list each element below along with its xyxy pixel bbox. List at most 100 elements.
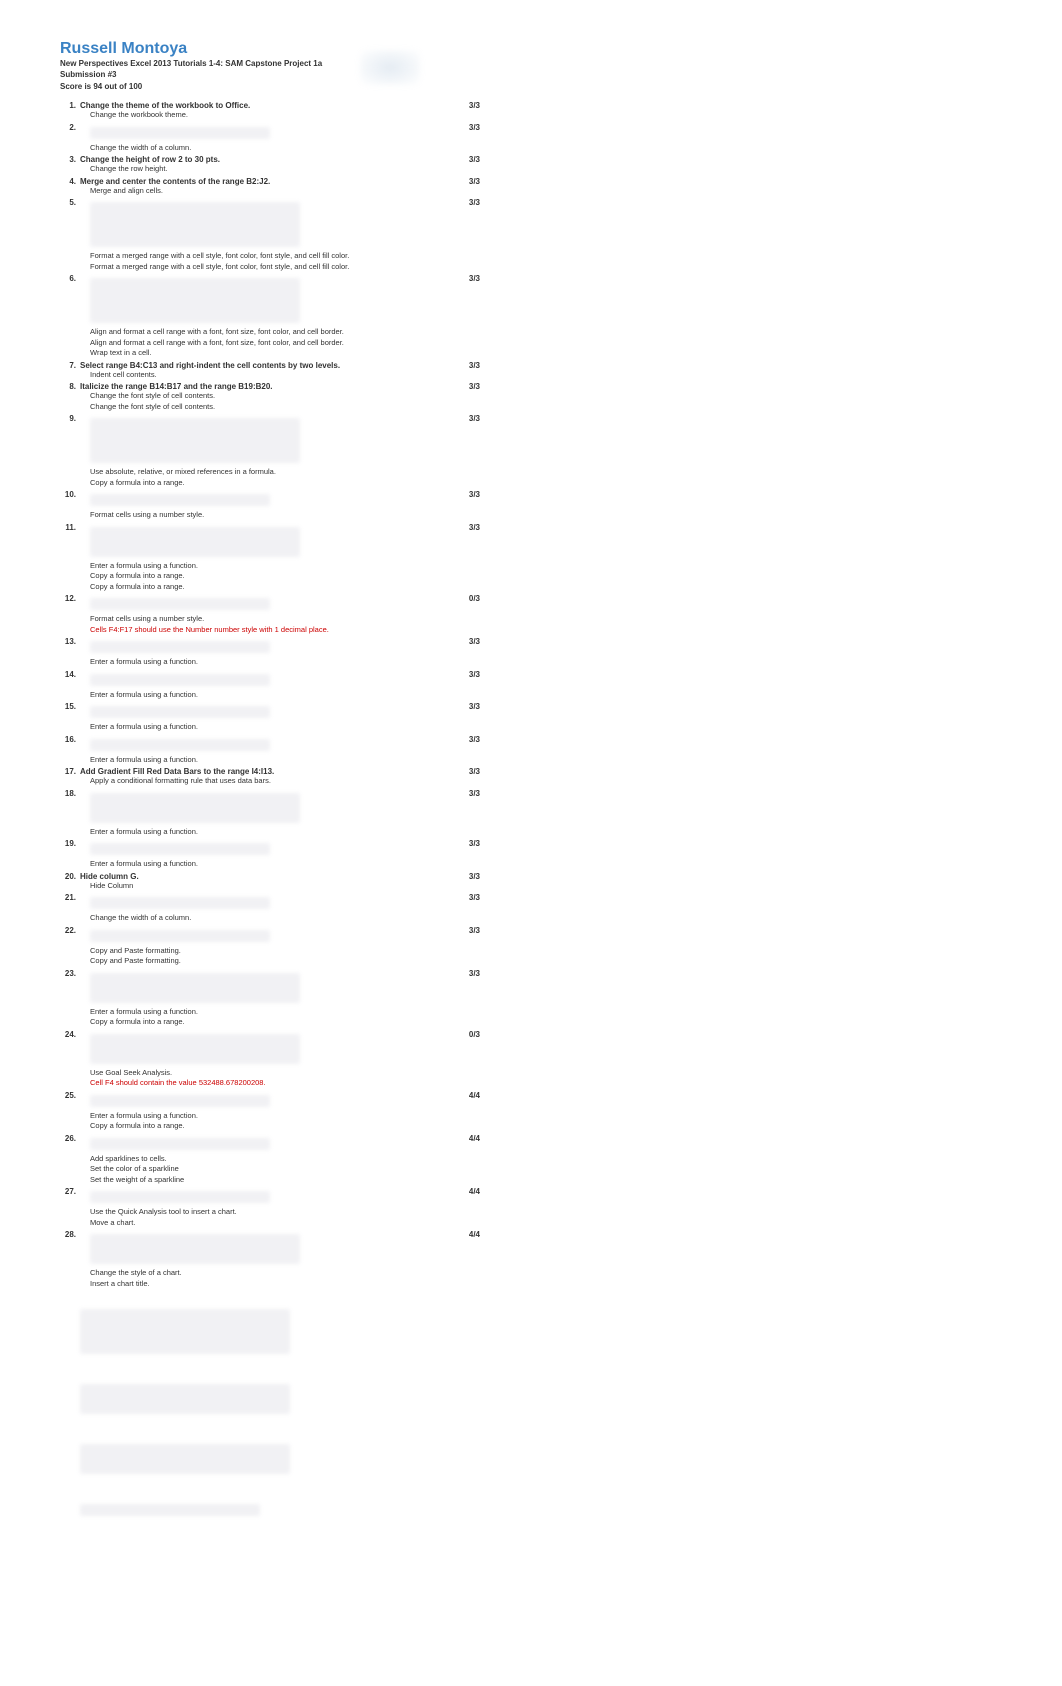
- obscured-text: [90, 1234, 300, 1264]
- item-score: 3/3: [440, 969, 480, 978]
- obscured-text: [90, 494, 270, 506]
- item-number: 27.: [60, 1187, 80, 1196]
- item-detail: Align and format a cell range with a fon…: [90, 327, 440, 338]
- item-score: 3/3: [440, 893, 480, 902]
- item-detail: Copy and Paste formatting.: [90, 956, 440, 967]
- item-number: 19.: [60, 839, 80, 848]
- grade-item: 22.Copy and Paste formatting.Copy and Pa…: [60, 926, 480, 967]
- grade-item: 14.Enter a formula using a function.3/3: [60, 670, 480, 701]
- item-title: Add Gradient Fill Red Data Bars to the r…: [80, 767, 440, 776]
- obscured-text: [90, 930, 270, 942]
- item-detail: Use Goal Seek Analysis.: [90, 1068, 440, 1079]
- item-detail: Change the style of a chart.: [90, 1268, 440, 1279]
- item-detail: Move a chart.: [90, 1218, 440, 1229]
- grade-item: 7.Select range B4:C13 and right-indent t…: [60, 361, 480, 381]
- item-score: 3/3: [440, 789, 480, 798]
- item-number: 25.: [60, 1091, 80, 1100]
- item-score: 4/4: [440, 1134, 480, 1143]
- grade-item: 2. Change the width of a column. 3/3: [60, 123, 480, 154]
- item-body: Change the width of a column.: [80, 893, 440, 924]
- item-detail: Use absolute, relative, or mixed referen…: [90, 467, 440, 478]
- item-detail: Wrap text in a cell.: [90, 348, 440, 359]
- item-number: 26.: [60, 1134, 80, 1143]
- grade-item: 15. Enter a formula using a function. 3/3: [60, 702, 480, 733]
- item-number: 16.: [60, 735, 80, 744]
- item-score: 3/3: [440, 155, 480, 164]
- item-number: 1.: [60, 101, 80, 110]
- item-number: 10.: [60, 490, 80, 499]
- obscured-text: [90, 1138, 270, 1150]
- item-body: Select range B4:C13 and right-indent the…: [80, 361, 440, 381]
- item-detail: Add sparklines to cells.: [90, 1154, 440, 1165]
- item-score: 3/3: [440, 926, 480, 935]
- item-score: 4/4: [440, 1091, 480, 1100]
- grade-item: 17.Add Gradient Fill Red Data Bars to th…: [60, 767, 480, 787]
- item-number: 15.: [60, 702, 80, 711]
- grade-item: 4.Merge and center the contents of the r…: [60, 177, 480, 197]
- obscured-text: [90, 527, 300, 557]
- item-body: Align and format a cell range with a fon…: [80, 274, 440, 359]
- obscured-text: [90, 278, 300, 323]
- item-detail: Format a merged range with a cell style,…: [90, 262, 440, 273]
- item-title: Italicize the range B14:B17 and the rang…: [80, 382, 440, 391]
- item-body: Enter a formula using a function.Copy a …: [80, 969, 440, 1028]
- item-number: 28.: [60, 1230, 80, 1239]
- item-body: Use Goal Seek Analysis.Cell F4 should co…: [80, 1030, 440, 1089]
- item-score: 0/3: [440, 594, 480, 603]
- obscured-text: [90, 641, 270, 653]
- items-list: 1.Change the theme of the workbook to Of…: [60, 101, 480, 1289]
- item-detail: Change the font style of cell contents.: [90, 391, 440, 402]
- item-number: 3.: [60, 155, 80, 164]
- item-score: 3/3: [440, 872, 480, 881]
- item-number: 9.: [60, 414, 80, 423]
- item-body: Add sparklines to cells.Set the color of…: [80, 1134, 440, 1186]
- item-detail: Use the Quick Analysis tool to insert a …: [90, 1207, 440, 1218]
- obscured-bottom: [70, 1309, 480, 1516]
- item-number: 11.: [60, 523, 80, 532]
- item-detail: Apply a conditional formatting rule that…: [90, 776, 440, 787]
- obscured-text: [90, 418, 300, 463]
- item-number: 18.: [60, 789, 80, 798]
- grade-item: 16.Enter a formula using a function.3/3: [60, 735, 480, 766]
- item-detail: Hide Column: [90, 881, 440, 892]
- item-title: Merge and center the contents of the ran…: [80, 177, 440, 186]
- item-detail: Copy a formula into a range.: [90, 582, 440, 593]
- obscured-text: [90, 1191, 270, 1203]
- item-detail: Enter a formula using a function.: [90, 755, 440, 766]
- item-detail: Set the weight of a sparkline: [90, 1175, 440, 1186]
- grade-item: 27. Use the Quick Analysis tool to insert…: [60, 1187, 480, 1228]
- item-detail: Enter a formula using a function.: [90, 722, 440, 733]
- item-body: Italicize the range B14:B17 and the rang…: [80, 382, 440, 412]
- grade-item: 24.Use Goal Seek Analysis.Cell F4 should…: [60, 1030, 480, 1089]
- item-number: 2.: [60, 123, 80, 132]
- item-number: 12.: [60, 594, 80, 603]
- item-number: 4.: [60, 177, 80, 186]
- item-body: Enter a formula using a function.: [80, 839, 440, 870]
- item-score: 3/3: [440, 702, 480, 711]
- obscured-text: [90, 843, 270, 855]
- item-detail: Change the workbook theme.: [90, 110, 440, 121]
- grade-item: 9. Use absolute, relative, or mixed refer…: [60, 414, 480, 488]
- obscured-text: [90, 127, 270, 139]
- obscured-text: [90, 202, 300, 247]
- obscured-text: [90, 793, 300, 823]
- item-body: Format a merged range with a cell style,…: [80, 198, 440, 272]
- grade-item: 3.Change the height of row 2 to 30 pts.C…: [60, 155, 480, 175]
- grade-item: 23.Enter a formula using a function.Copy…: [60, 969, 480, 1028]
- item-score: 3/3: [440, 123, 480, 132]
- grade-item: 6.Align and format a cell range with a f…: [60, 274, 480, 359]
- item-body: Enter a formula using a function.: [80, 735, 440, 766]
- item-body: Enter a formula using a function.: [80, 637, 440, 668]
- item-score: 3/3: [440, 101, 480, 110]
- item-number: 5.: [60, 198, 80, 207]
- obscured-text: [90, 739, 270, 751]
- item-body: Enter a formula using a function.: [80, 789, 440, 838]
- item-title: Hide column G.: [80, 872, 440, 881]
- item-detail: Copy a formula into a range.: [90, 1121, 440, 1132]
- item-detail: Change the row height.: [90, 164, 440, 175]
- item-number: 20.: [60, 872, 80, 881]
- item-score: 0/3: [440, 1030, 480, 1039]
- item-score: 4/4: [440, 1187, 480, 1196]
- item-detail: Change the width of a column.: [90, 143, 440, 154]
- item-detail: Copy a formula into a range.: [90, 478, 440, 489]
